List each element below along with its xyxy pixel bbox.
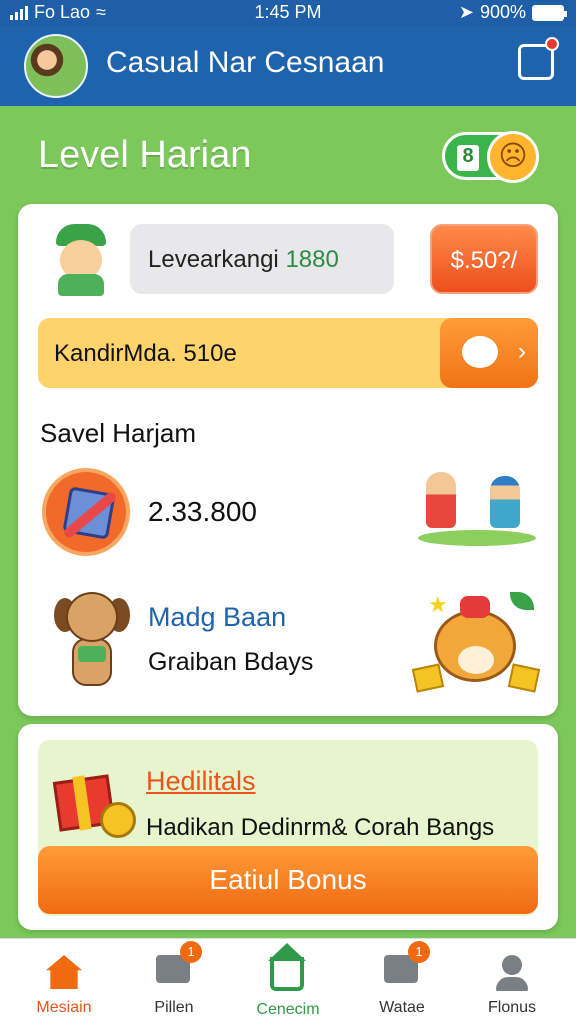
nav-item-pillen[interactable]: 1 Pillen (126, 941, 222, 1021)
home-icon (46, 955, 82, 989)
toggle-value: 8 (457, 145, 479, 171)
app-header: Casual Nar Cesnaan (0, 26, 576, 106)
house-outline-icon (270, 957, 304, 991)
sad-face-icon: ☹ (487, 131, 539, 183)
dog-character-icon (54, 588, 130, 692)
coin-button[interactable]: $.50?/ (430, 224, 538, 294)
avatar[interactable] (24, 34, 88, 98)
battery-fill (534, 6, 562, 19)
nav-label: Pillen (154, 999, 194, 1016)
pet-icon (462, 336, 498, 368)
bonus-title[interactable]: Hedilitals (146, 766, 256, 797)
score-value: 2.33.800 (148, 496, 257, 527)
boy-character-icon (50, 224, 112, 296)
level-label: Levearkangi (148, 246, 286, 273)
pencil-icon[interactable] (42, 468, 130, 556)
claim-bonus-button[interactable]: Eatiul Bonus (38, 846, 538, 914)
promo-banner[interactable]: KandirMda. 510e › (38, 318, 538, 388)
notification-dot-icon (545, 37, 559, 51)
banner-text: KandirMda. 510e (54, 340, 237, 367)
banner-go-button[interactable]: › (440, 318, 538, 388)
nav-label: Flonus (487, 999, 537, 1016)
nav-item-cenecim[interactable]: Cenecim (240, 949, 336, 1021)
location-icon: ➤ (458, 2, 474, 22)
mood-toggle[interactable]: 8 ☹ (442, 131, 539, 183)
app-title: Casual Nar Cesnaan (106, 46, 385, 79)
daily-level-card: Levearkangi 1880 $.50?/ KandirMda. 510e … (18, 204, 558, 716)
reward-title[interactable]: Madg Baan (148, 602, 286, 633)
nav-item-profile[interactable]: Flonus (464, 949, 560, 1021)
reward-subtitle: Graiban Bdays (148, 648, 314, 676)
bonus-subtitle: Hadikan Dedinrm& Corah Bangs (146, 814, 495, 841)
share-button[interactable] (518, 37, 559, 80)
nav-item-watae[interactable]: 1 Watae (354, 941, 450, 1021)
level-field[interactable]: Levearkangi 1880 (130, 224, 394, 294)
nav-item-home[interactable]: Mesiain (16, 949, 112, 1021)
bonus-card: Hedilitals Hadikan Dedinrm& Corah Bangs … (18, 724, 558, 930)
notification-badge: 1 (408, 941, 430, 963)
nav-label: Cenecim (256, 1001, 320, 1018)
page-title: Level Harian (38, 134, 252, 176)
gift-box-icon (52, 762, 136, 838)
bottom-nav: Mesiain 1 Pillen Cenecim 1 Watae Flonus (0, 938, 576, 1024)
battery-icon (532, 4, 567, 21)
person-icon (494, 955, 530, 991)
puppy-gold-icon: ★ (411, 592, 541, 693)
notification-badge: 1 (180, 941, 202, 963)
battery-percent: 900% (479, 2, 526, 22)
kids-illustration-icon (418, 466, 536, 546)
nav-label: Mesiain (36, 999, 92, 1016)
status-bar: Fo Lao ≈ 1:45 PM ➤ 900% (0, 0, 576, 26)
nav-label: Watae (379, 999, 425, 1016)
chevron-right-icon: › (518, 338, 526, 365)
section-title: Savel Harjam (40, 418, 197, 448)
level-value: 1880 (285, 246, 339, 273)
